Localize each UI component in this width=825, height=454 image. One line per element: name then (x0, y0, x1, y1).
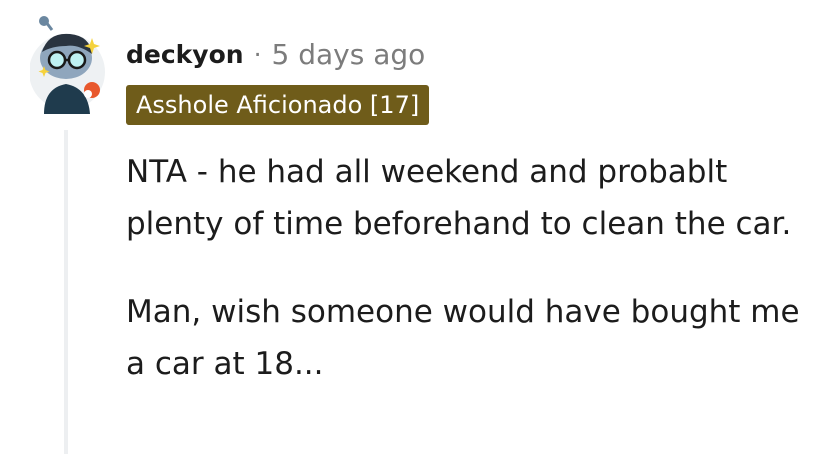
meta-separator: · (253, 39, 262, 69)
comment-meta: deckyon · 5 days ago (126, 36, 425, 72)
thread-line[interactable] (64, 130, 68, 454)
comment-body: NTA - he had all weekend and probablt pl… (126, 146, 806, 390)
username-link[interactable]: deckyon (126, 40, 244, 69)
comment-timestamp[interactable]: 5 days ago (272, 38, 426, 71)
comment-paragraph: NTA - he had all weekend and probablt pl… (126, 154, 792, 242)
comment-paragraph: Man, wish someone would have bought me a… (126, 294, 800, 382)
user-avatar-icon[interactable] (29, 14, 110, 114)
snoo-avatar-icon (29, 16, 105, 114)
user-flair-badge: Asshole Aficionado [17] (126, 85, 430, 125)
